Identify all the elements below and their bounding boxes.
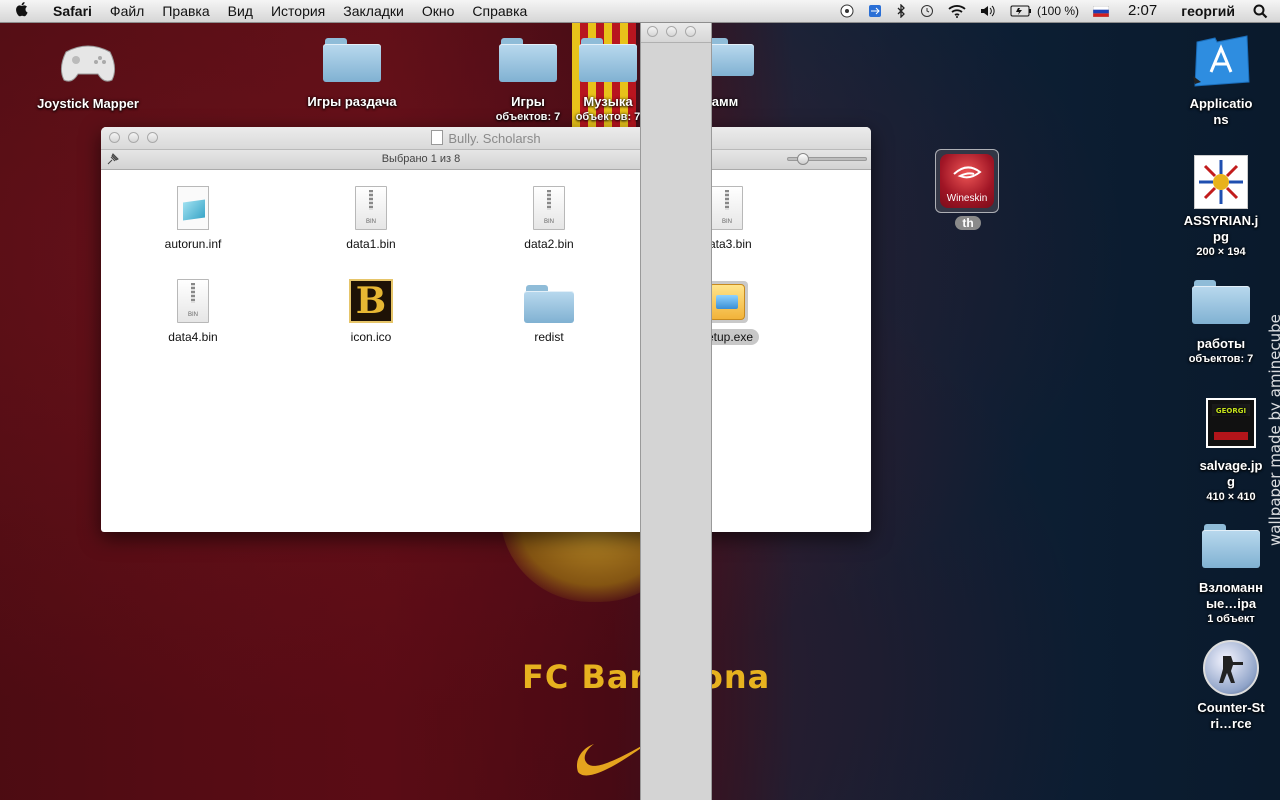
desktop-icon-label: работы xyxy=(1196,336,1246,351)
gamepad-icon xyxy=(33,38,143,92)
menubar-clock[interactable]: 2:07 xyxy=(1116,0,1169,22)
desktop-icon-sublabel: 200 × 194 xyxy=(1196,246,1246,258)
file-name: data2.bin xyxy=(524,237,574,251)
desktop-icon-wineskin[interactable]: Wineskin th xyxy=(935,149,1001,232)
folder-icon xyxy=(579,38,637,82)
file-item[interactable]: BIN data1.bin xyxy=(301,178,441,252)
file-item[interactable]: BIN data2.bin xyxy=(479,178,619,252)
bin-file-icon: BIN xyxy=(177,279,209,323)
menu-bookmarks[interactable]: Закладки xyxy=(334,0,413,22)
volume-icon[interactable] xyxy=(973,4,1003,18)
slider-knob[interactable] xyxy=(797,153,810,165)
desktop-icon-assyrian-jpg[interactable]: ASSYRIAN.jpg 200 × 194 xyxy=(1166,155,1276,259)
desktop-icon-applications[interactable]: Applications xyxy=(1166,32,1276,128)
zoom-button[interactable] xyxy=(685,26,696,37)
finder-window: Bully. Scholarsh Выбрано 1 из 8 autorun.… xyxy=(101,127,871,532)
file-name: data4.bin xyxy=(168,330,218,344)
desktop-icon-label: Applications xyxy=(1189,96,1253,127)
battery-percent: (100 %) xyxy=(1037,4,1080,18)
russian-flag-icon[interactable] xyxy=(1086,5,1116,17)
desktop-icon-label: th xyxy=(955,216,981,230)
menu-app-safari[interactable]: Safari xyxy=(44,0,101,22)
inf-file-icon xyxy=(177,186,209,230)
finder-status-bar: Выбрано 1 из 8 xyxy=(101,150,871,170)
counter-strike-icon xyxy=(1203,640,1259,696)
desktop-icon-games-giveaway[interactable]: Игры раздача xyxy=(297,38,407,110)
time-machine-icon[interactable] xyxy=(913,4,941,18)
desktop-icon-salvage-jpg[interactable]: GEORGI salvage.jpg 410 × 410 xyxy=(1176,398,1280,504)
desktop-icon-label: ASSYRIAN.jpg xyxy=(1183,213,1259,244)
desktop-icon-label: Joystick Mapper xyxy=(37,96,139,111)
minimize-button[interactable] xyxy=(666,26,677,37)
desktop-icon-counter-strike[interactable]: Counter-Stri…rce xyxy=(1176,640,1280,732)
file-name: redist xyxy=(534,330,564,344)
spotlight-icon[interactable] xyxy=(1247,4,1280,19)
file-item[interactable]: redist xyxy=(479,271,619,345)
desktop-icon-work[interactable]: работы объектов: 7 xyxy=(1166,280,1276,366)
battery-icon xyxy=(1010,5,1031,17)
battery-status[interactable]: (100 %) xyxy=(1003,0,1086,22)
exe-file-icon xyxy=(709,284,745,320)
file-grid: autorun.inf BIN data1.bin BIN data2.bin … xyxy=(101,170,871,530)
close-button[interactable] xyxy=(647,26,658,37)
svg-text:GEORGI: GEORGI xyxy=(1216,407,1246,415)
file-item[interactable]: autorun.inf xyxy=(123,178,263,252)
finder-titlebar[interactable]: Bully. Scholarsh xyxy=(101,127,871,150)
wifi-icon[interactable] xyxy=(941,4,973,18)
image-thumbnail xyxy=(1194,155,1248,209)
file-name: autorun.inf xyxy=(164,237,222,251)
folder-icon xyxy=(524,285,574,323)
menu-edit[interactable]: Правка xyxy=(153,0,218,22)
menu-window[interactable]: Окно xyxy=(413,0,464,22)
desktop-icon-label: Взломанные…ipa xyxy=(1199,580,1263,611)
blank-window-titlebar[interactable] xyxy=(641,22,711,43)
desktop-icon-label: Игры раздача xyxy=(307,94,397,109)
folder-icon xyxy=(1202,524,1260,568)
desktop-icon-sublabel: 1 объект xyxy=(1207,613,1255,625)
file-name: icon.ico xyxy=(350,330,392,344)
menu-bar: Safari Файл Правка Вид История Закладки … xyxy=(0,0,1280,23)
blank-window[interactable] xyxy=(640,22,712,800)
applications-folder-icon xyxy=(1166,32,1276,92)
desktop-icon-label: salvage.jpg xyxy=(1199,458,1263,489)
ico-file-icon: B xyxy=(349,279,393,323)
desktop-icon-label: Counter-Stri…rce xyxy=(1197,700,1265,731)
folder-icon xyxy=(1192,280,1250,324)
menu-help[interactable]: Справка xyxy=(463,0,536,22)
file-item[interactable]: BIN data4.bin xyxy=(123,271,263,345)
desktop-icon-joystick-mapper[interactable]: Joystick Mapper xyxy=(33,38,143,112)
finder-title: Bully. Scholarsh xyxy=(101,130,871,146)
folder-icon xyxy=(323,38,381,82)
image-thumbnail: GEORGI xyxy=(1206,398,1256,448)
wineskin-badge: Wineskin xyxy=(946,193,988,204)
bin-file-icon: BIN xyxy=(711,186,743,230)
soccer-ball-icon[interactable] xyxy=(833,4,861,18)
folder-proxy-icon[interactable] xyxy=(431,130,444,145)
finder-title-text: Bully. Scholarsh xyxy=(448,131,541,146)
bin-file-icon: BIN xyxy=(533,186,565,230)
desktop-icon-sublabel: 410 × 410 xyxy=(1206,491,1256,503)
apple-icon[interactable] xyxy=(0,1,44,21)
menubar-user[interactable]: георгий xyxy=(1169,0,1247,22)
menu-file[interactable]: Файл xyxy=(101,0,153,22)
wineskin-icon: Wineskin xyxy=(935,149,999,213)
file-item[interactable]: B icon.ico xyxy=(301,271,441,345)
desktop-icon-sublabel: объектов: 7 xyxy=(1188,353,1254,365)
bin-file-icon: BIN xyxy=(355,186,387,230)
menu-view[interactable]: Вид xyxy=(219,0,262,22)
file-name: data1.bin xyxy=(346,237,396,251)
folder-icon xyxy=(499,38,557,82)
desktop-icon-cracked-ipa[interactable]: Взломанные…ipa 1 объект xyxy=(1176,524,1280,626)
icon-size-slider[interactable] xyxy=(787,153,867,165)
teamviewer-icon[interactable] xyxy=(861,4,889,18)
bluetooth-icon[interactable] xyxy=(889,4,913,18)
menu-history[interactable]: История xyxy=(262,0,334,22)
